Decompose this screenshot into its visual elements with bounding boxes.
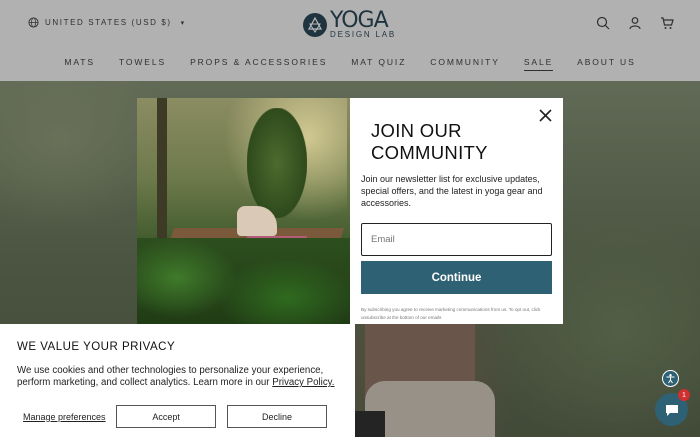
newsletter-modal: JOIN OUR COMMUNITY Join our newsletter l…	[137, 98, 563, 324]
chat-badge: 1	[678, 389, 690, 401]
close-icon[interactable]	[538, 108, 553, 123]
legal-text: By subscribing you agree to receive mark…	[361, 307, 541, 320]
accessibility-icon	[666, 374, 675, 384]
privacy-policy-link[interactable]: Privacy Policy.	[272, 377, 334, 388]
cookie-text: We use cookies and other technologies to…	[17, 365, 338, 389]
cookie-banner: WE VALUE YOUR PRIVACY We use cookies and…	[0, 324, 355, 437]
accept-button[interactable]: Accept	[116, 405, 217, 428]
email-field[interactable]	[361, 223, 552, 256]
accessibility-button[interactable]	[662, 370, 679, 387]
continue-button[interactable]: Continue	[361, 261, 552, 294]
decline-button[interactable]: Decline	[227, 405, 328, 428]
manage-preferences-link[interactable]: Manage preferences	[17, 412, 116, 422]
cookie-title: WE VALUE YOUR PRIVACY	[17, 341, 176, 353]
chat-button[interactable]: 1	[655, 389, 690, 426]
chat-icon	[665, 404, 678, 416]
modal-title-line1: JOIN OUR	[371, 120, 462, 141]
modal-description: Join our newsletter list for exclusive u…	[361, 174, 543, 208]
modal-title-line2: COMMUNITY	[371, 142, 488, 163]
modal-title: JOIN OUR COMMUNITY	[361, 120, 552, 164]
modal-image	[137, 98, 350, 324]
